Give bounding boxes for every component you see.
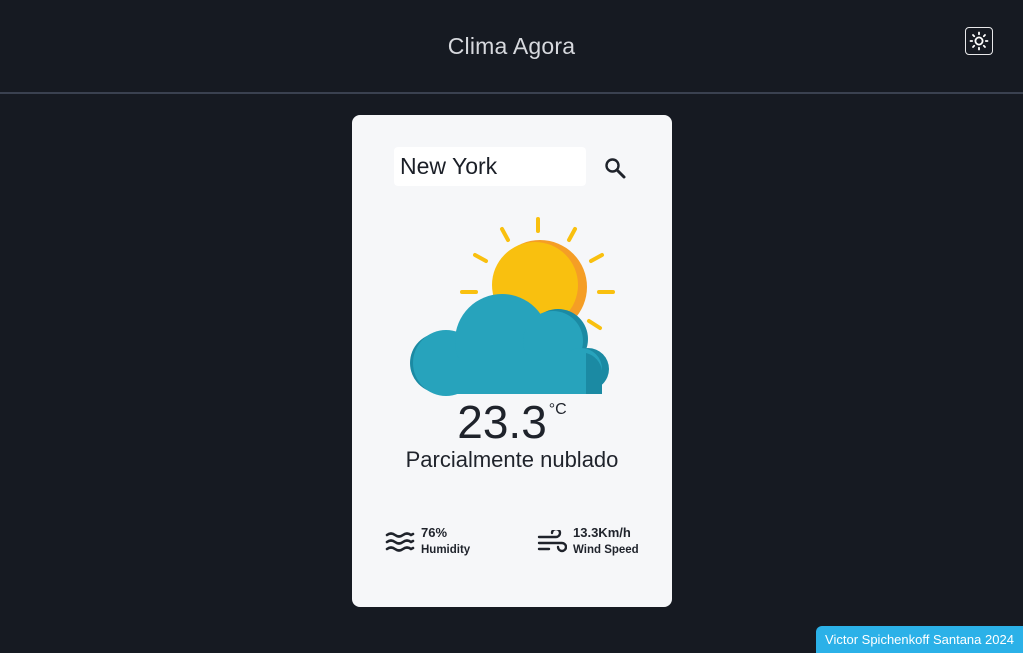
sun-icon — [969, 31, 989, 51]
waves-icon — [385, 532, 415, 552]
wind-detail: 13.3Km/h Wind Speed — [537, 525, 639, 559]
wind-icon — [537, 530, 567, 553]
weather-condition: Parcialmente nublado — [405, 447, 619, 472]
search-icon — [605, 158, 626, 179]
humidity-value: 76% — [421, 525, 448, 540]
theme-toggle-button[interactable] — [965, 27, 993, 55]
wind-speed-value: 13.3Km/h — [573, 525, 631, 540]
search-button[interactable] — [602, 155, 628, 181]
temperature-value: 23.3 — [457, 396, 547, 448]
temperature-display: 23.3 °C — [352, 397, 672, 447]
humidity-detail: 76% Humidity — [385, 525, 470, 559]
temperature-unit: °C — [548, 401, 567, 418]
app-title: Clima Agora — [447, 33, 576, 59]
city-search-input[interactable] — [394, 147, 586, 186]
app-header: Clima Agora — [0, 0, 1023, 94]
footer-credit: Victor Spichenkoff Santana 2024 — [816, 626, 1023, 653]
humidity-label: Humidity — [421, 544, 471, 556]
wind-speed-label: Wind Speed — [573, 544, 639, 556]
weather-card: 23.3°C Parcialmente nublado 76% Humidity… — [352, 115, 672, 607]
partly-cloudy-icon — [410, 217, 615, 396]
